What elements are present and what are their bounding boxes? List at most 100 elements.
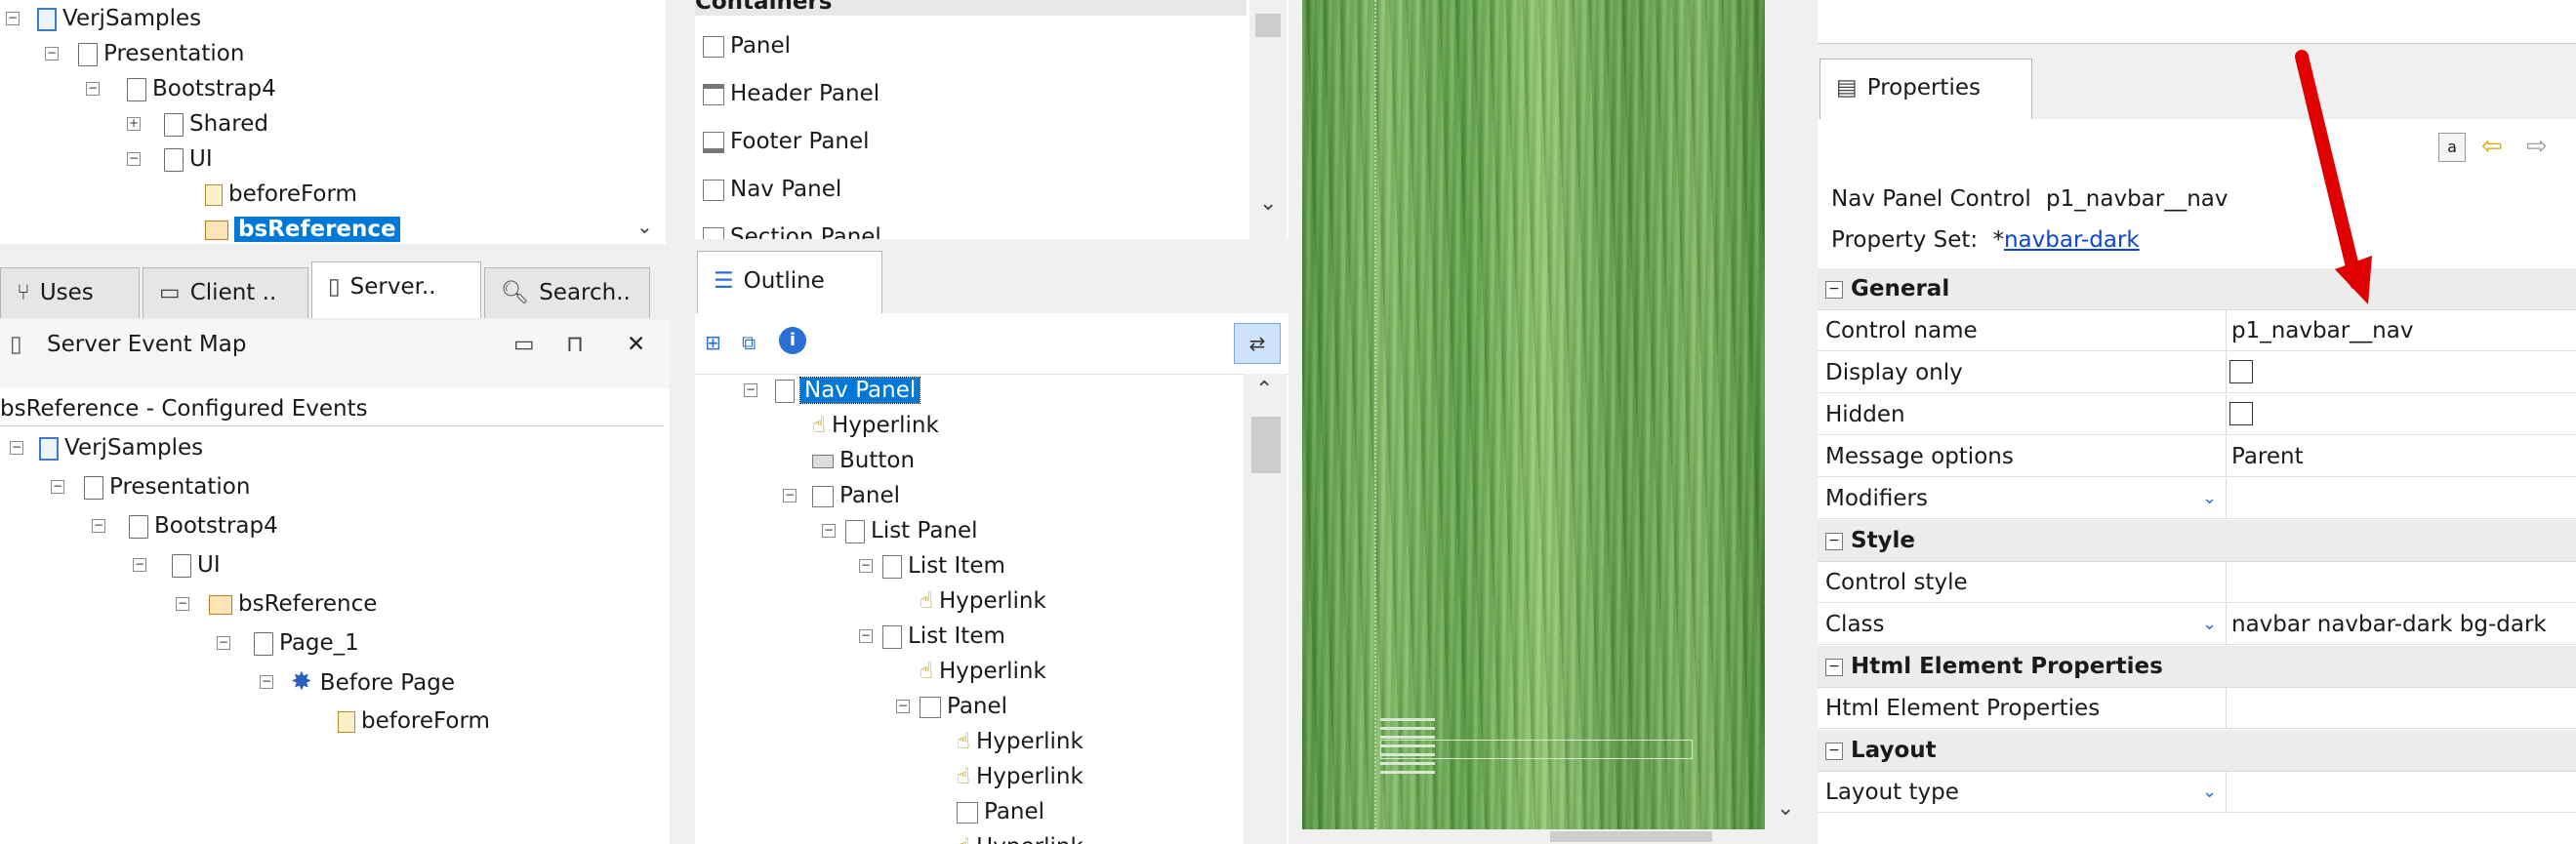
canvas-hscrollbar[interactable]: [1302, 829, 1765, 844]
category-layout[interactable]: − Layout: [1818, 730, 2576, 772]
canvas-scrollbar[interactable]: ⌄: [1765, 0, 1808, 829]
expand-all-icon[interactable]: ⊞: [705, 329, 721, 356]
palette-item-panel[interactable]: Panel: [703, 29, 791, 62]
tab-server[interactable]: ▯ Server..: [311, 261, 481, 318]
collapse-icon[interactable]: −: [783, 489, 797, 502]
collapse-icon[interactable]: −: [10, 441, 23, 455]
project-tree-panel: − VerjSamples − Presentation − Bootstrap…: [0, 0, 666, 244]
palette-drawer-header[interactable]: Containers: [695, 0, 1247, 16]
prop-control-style[interactable]: Control style: [1818, 562, 2576, 603]
prop-class[interactable]: Class ⌄ navbar navbar-dark bg-dark: [1818, 604, 2576, 645]
prop-modifiers[interactable]: Modifiers ⌄: [1818, 478, 2576, 519]
prop-layout-type[interactable]: Layout type ⌄: [1818, 772, 2576, 813]
control-name-value[interactable]: p1_navbar__nav: [2231, 310, 2413, 351]
link-with-editor-icon[interactable]: ⇄: [1234, 323, 1281, 364]
prop-hidden[interactable]: Hidden: [1818, 394, 2576, 435]
prop-control-name[interactable]: Control name p1_navbar__nav: [1818, 310, 2576, 351]
collapse-icon[interactable]: −: [1825, 743, 1843, 760]
folder-icon: [127, 77, 146, 101]
display-only-checkbox[interactable]: [2229, 360, 2253, 383]
tab-uses[interactable]: ⑂ Uses: [0, 267, 140, 318]
properties-top-area: [1818, 0, 2576, 44]
chevron-up-icon[interactable]: ⌃: [1255, 378, 1273, 402]
collapse-icon[interactable]: −: [86, 82, 100, 96]
prop-html-element-properties[interactable]: Html Element Properties: [1818, 688, 2576, 729]
collapse-icon[interactable]: −: [133, 558, 146, 572]
prop-message-options[interactable]: Message options Parent: [1818, 436, 2576, 477]
palette-scrollbar[interactable]: ⌄: [1249, 0, 1287, 239]
collapse-icon[interactable]: −: [1825, 281, 1843, 299]
collapse-icon[interactable]: −: [1825, 659, 1843, 676]
project-icon: [39, 436, 59, 461]
prop-display-only[interactable]: Display only: [1818, 352, 2576, 393]
collapse-icon[interactable]: −: [92, 519, 105, 533]
outline-tab-bar: ☰ Outline: [695, 249, 1288, 313]
expand-icon[interactable]: +: [127, 117, 141, 131]
forward-arrow-icon[interactable]: ⇨: [2526, 133, 2548, 160]
sash[interactable]: [670, 0, 695, 844]
alpha-sort-icon[interactable]: a: [2438, 133, 2466, 162]
annotation-arrow-head: [2335, 256, 2372, 304]
collapse-icon[interactable]: −: [45, 47, 59, 60]
collapse-icon[interactable]: −: [744, 383, 757, 397]
tab-client[interactable]: ▭ Client ..: [143, 267, 308, 318]
outline-scrollbar[interactable]: ⌃: [1244, 374, 1287, 844]
collapse-all-icon[interactable]: ⧉: [742, 329, 756, 356]
tree-chevron-down-icon[interactable]: ⌄: [636, 215, 653, 238]
palette-item-nav-panel[interactable]: Nav Panel: [703, 173, 841, 206]
collapse-icon[interactable]: −: [896, 700, 910, 713]
outline-panel: ⊞ ⧉ i ⇄ − Nav Panel ☝ Hyperlink Button − …: [695, 313, 1288, 844]
gear-icon: ✸: [291, 667, 312, 697]
collapse-icon[interactable]: −: [1825, 533, 1843, 550]
hyperlink-icon: ☝: [920, 588, 934, 614]
category-html-element-properties[interactable]: − Html Element Properties: [1818, 646, 2576, 688]
category-style[interactable]: − Style: [1818, 520, 2576, 562]
chevron-down-icon[interactable]: ⌄: [2202, 772, 2217, 813]
nav-panel-icon: [703, 179, 724, 201]
palette-item-header-panel[interactable]: Header Panel: [703, 77, 879, 110]
search-icon: 🔍︎: [501, 280, 530, 305]
design-canvas[interactable]: [1302, 0, 1765, 829]
collapse-icon[interactable]: −: [176, 597, 189, 611]
view-title: Server Event Map: [47, 332, 247, 357]
collapse-icon[interactable]: −: [859, 559, 873, 573]
collapse-icon[interactable]: −: [260, 675, 273, 689]
tab-properties[interactable]: ▤ Properties: [1820, 59, 2032, 119]
outline-icon: ☰: [714, 268, 734, 294]
chevron-down-icon[interactable]: ⌄: [2202, 478, 2217, 519]
canvas-guide: [1374, 0, 1376, 829]
hidden-checkbox[interactable]: [2229, 402, 2253, 425]
folder-icon: [164, 147, 184, 172]
palette-item-footer-panel[interactable]: Footer Panel: [703, 125, 870, 158]
tab-search[interactable]: 🔍︎ Search..: [484, 267, 650, 318]
panel-icon: [703, 35, 724, 58]
annotation-arrow: [2295, 50, 2372, 304]
panel-icon: [812, 485, 834, 507]
tab-outline[interactable]: ☰ Outline: [697, 251, 882, 313]
scroll-thumb[interactable]: [1550, 831, 1712, 842]
pin-icon[interactable]: ⊓: [566, 320, 584, 369]
collapse-icon[interactable]: −: [859, 629, 873, 643]
palette-panel: Containers Panel Header Panel Footer Pan…: [695, 0, 1288, 239]
close-icon[interactable]: ✕: [627, 320, 645, 369]
collapse-icon[interactable]: −: [127, 152, 141, 166]
palette-item-section-panel[interactable]: Section Panel: [703, 221, 881, 239]
scroll-thumb[interactable]: [1255, 14, 1281, 37]
list-item-icon: [882, 554, 902, 579]
scroll-thumb[interactable]: [1251, 417, 1281, 473]
outline-toolbar: ⊞ ⧉ i ⇄: [695, 313, 1288, 375]
minimize-icon[interactable]: ▭: [513, 320, 535, 369]
collapse-icon[interactable]: −: [51, 480, 64, 494]
chevron-down-icon[interactable]: ⌄: [2202, 604, 2217, 645]
back-arrow-icon[interactable]: ⇦: [2481, 133, 2503, 160]
info-icon[interactable]: i: [779, 327, 806, 354]
collapse-icon[interactable]: −: [822, 524, 836, 538]
chevron-down-icon[interactable]: ⌄: [1777, 796, 1794, 821]
property-set-link[interactable]: navbar-dark: [2004, 227, 2140, 253]
collapse-icon[interactable]: −: [217, 636, 230, 650]
category-general[interactable]: − General: [1818, 268, 2576, 310]
collapse-icon[interactable]: −: [6, 12, 20, 25]
chevron-down-icon[interactable]: ⌄: [1259, 191, 1277, 216]
hyperlink-icon: ☝: [957, 764, 971, 789]
server-icon: ▯: [328, 274, 341, 300]
